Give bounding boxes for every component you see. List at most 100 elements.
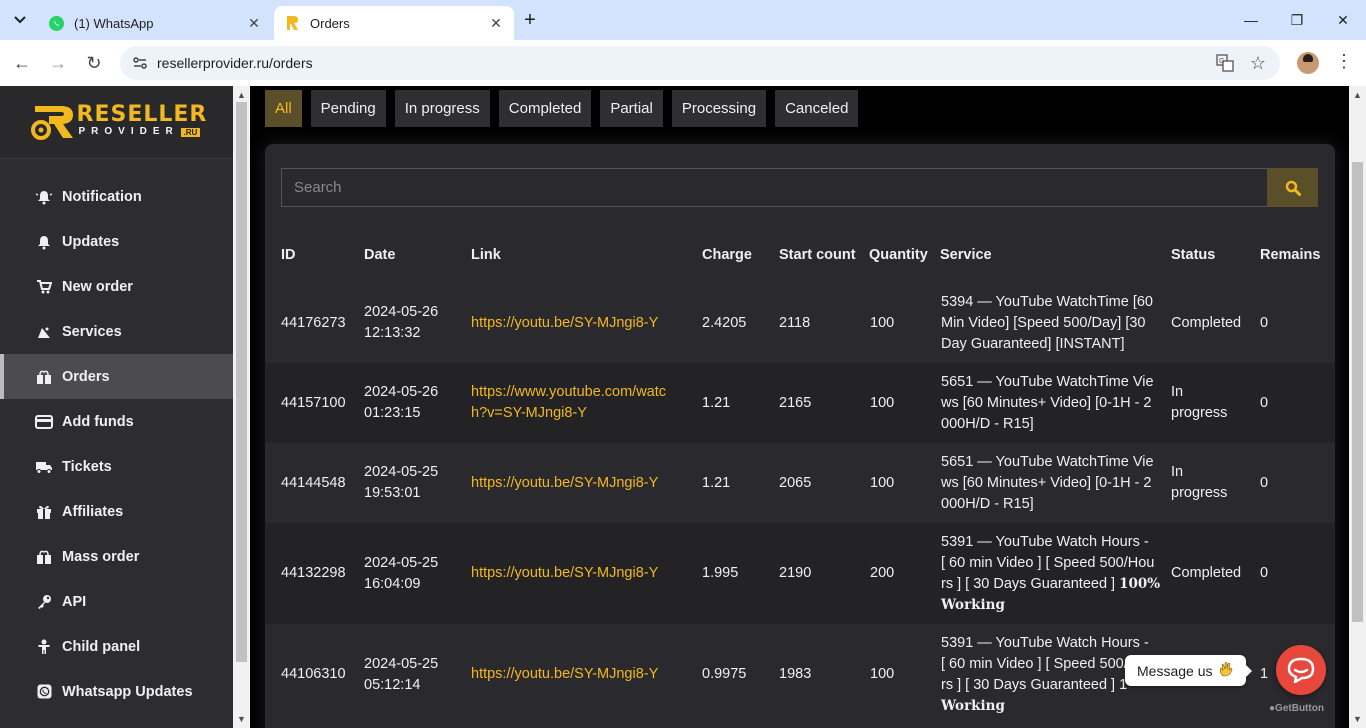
reload-icon[interactable]: ↻ [82,51,106,75]
sidebar-item-updates[interactable]: Updates [0,219,233,264]
filter-in-progress[interactable]: In progress [394,90,490,127]
menu-kebab-icon[interactable]: ⋮ [1335,51,1353,72]
filter-completed[interactable]: Completed [498,90,592,127]
order-link[interactable]: https://www.youtube.com/watc h?v=SY-MJng… [471,363,666,443]
scroll-up-arrow-icon[interactable]: ▲ [237,90,246,100]
sidebar-item-label: API [62,593,87,610]
new-tab-button[interactable]: + [520,10,540,30]
forward-arrow-icon[interactable]: → [46,51,70,75]
back-arrow-icon[interactable]: ← [10,51,34,75]
filter-partial[interactable]: Partial [600,90,663,127]
date-line: 2024-05-25 [364,655,439,672]
close-icon[interactable]: ✕ [246,15,262,31]
filter-all[interactable]: All [265,90,302,127]
sidebar-scrollbar[interactable]: ▲ ▼ [233,86,250,728]
column-header-status[interactable]: Status [1171,230,1215,280]
sidebar-item-orders[interactable]: Orders [0,354,233,399]
bell-icon [35,234,53,250]
date-line: 2024-05-25 [364,464,439,480]
page-scrollbar[interactable]: ▲ ▼ [1349,86,1366,728]
time-line: 05:12:14 [364,676,421,693]
column-header-quantity[interactable]: Quantity [869,230,928,280]
order-date: 2024-05-25 05:12:14 [364,624,438,725]
scroll-up-arrow-icon[interactable]: ▲ [1353,90,1362,100]
sidebar-item-services[interactable]: Services [0,309,233,354]
order-id: 44176273 [281,314,346,331]
sidebar-item-add-funds[interactable]: Add funds [0,399,233,444]
box-icon [35,369,53,385]
sidebar-item-child-panel[interactable]: Child panel [0,624,233,669]
order-start-count: 2118 [779,314,811,331]
link-line[interactable]: h?v=SY-MJngi8-Y [471,403,587,424]
filter-processing[interactable]: Processing [671,90,767,127]
sidebar-item-api[interactable]: API [0,579,233,624]
order-service: 5391 — YouTube Watch Hours - [ 60 min Vi… [941,624,1149,725]
table-row: 44176273 2024-05-26 12:13:32 https://you… [265,283,1335,363]
tab-orders[interactable]: Orders ✕ [274,6,514,40]
tab-search-button[interactable] [8,8,32,32]
sidebar-item-new-order[interactable]: New order [0,264,233,309]
tab-whatsapp[interactable]: (1) WhatsApp ✕ [38,6,272,40]
scrollbar-thumb[interactable] [236,102,247,662]
site-logo[interactable]: RESELLER PROVIDER .RU [30,102,206,142]
scroll-down-arrow-icon[interactable]: ▼ [237,714,246,724]
order-quantity: 100 [870,314,895,331]
scrollbar-thumb[interactable] [1352,162,1363,622]
profile-avatar[interactable] [1297,52,1319,74]
tab-title: (1) WhatsApp [74,15,154,31]
message-us-bubble[interactable]: Message us [1125,655,1253,686]
getbutton-brand[interactable]: ●GetButton [1269,703,1324,714]
translate-icon[interactable]: G [1215,54,1235,72]
sidebar-item-affiliates[interactable]: Affiliates [0,489,233,534]
main-content: All Pending In progress Completed Partia… [250,86,1350,728]
table-row: 44144548 2024-05-25 19:53:01 https://you… [265,443,1335,523]
column-header-date[interactable]: Date [364,230,395,280]
box-icon [35,549,53,565]
order-charge: 1.21 [702,394,731,411]
service-bold-text: Working [941,596,1005,613]
sidebar: RESELLER PROVIDER .RU Notification Updat… [0,86,233,728]
sidebar-item-mass-order[interactable]: Mass order [0,534,233,579]
scroll-down-arrow-icon[interactable]: ▼ [1353,714,1362,724]
order-link[interactable]: https://youtu.be/SY-MJngi8-Y [471,443,658,523]
sidebar-item-label: Notification [62,188,142,205]
column-header-link[interactable]: Link [471,230,501,280]
logo-area[interactable]: RESELLER PROVIDER .RU [0,86,233,159]
sidebar-item-label: Orders [62,368,110,385]
search-input[interactable] [281,168,1267,207]
sidebar-item-whatsapp-updates[interactable]: Whatsapp Updates [0,669,233,714]
link-line[interactable]: https://www.youtube.com/watc [471,382,666,403]
minimize-icon[interactable]: — [1241,10,1261,30]
column-header-id[interactable]: ID [281,230,296,280]
filter-pending[interactable]: Pending [310,90,386,127]
url-field[interactable]: resellerprovider.ru/orders G ☆ [120,46,1280,80]
order-service: 5391 — YouTube Watch Hours - [ 60 min Vi… [941,523,1160,624]
search-button[interactable] [1267,168,1318,207]
close-icon[interactable]: ✕ [488,15,504,31]
sidebar-item-label: Tickets [62,458,112,475]
order-charge: 0.9975 [702,666,747,682]
service-line: 5391 — YouTube Watch Hours - [941,533,1149,550]
filter-canceled[interactable]: Canceled [775,90,859,127]
order-link[interactable]: https://youtu.be/SY-MJngi8-Y [471,523,658,624]
order-link[interactable]: https://youtu.be/SY-MJngi8-Y [471,283,658,363]
order-link[interactable]: https://youtu.be/SY-MJngi8-Y [471,624,658,725]
column-header-service[interactable]: Service [940,230,992,280]
order-start-count: 1983 [779,666,812,682]
sidebar-item-tickets[interactable]: Tickets [0,444,233,489]
service-line: 000H/D - R15] [941,495,1034,512]
site-settings-icon[interactable] [132,55,148,71]
window-close-icon[interactable]: ✕ [1333,10,1353,30]
service-line: rs ] [ 30 Days Guaranteed ] 100% [941,574,1160,595]
restore-icon[interactable]: ❐ [1287,10,1307,30]
column-header-charge[interactable]: Charge [702,230,752,280]
sidebar-item-notification[interactable]: Notification [0,174,233,219]
column-header-start-count[interactable]: Start count [779,230,856,280]
column-header-remains[interactable]: Remains [1260,230,1320,280]
order-quantity: 100 [870,474,895,491]
key-icon [35,594,53,610]
chat-button[interactable] [1276,645,1326,695]
whatsapp-icon [35,684,53,700]
gift-icon [35,504,53,520]
bookmark-star-icon[interactable]: ☆ [1248,54,1268,72]
